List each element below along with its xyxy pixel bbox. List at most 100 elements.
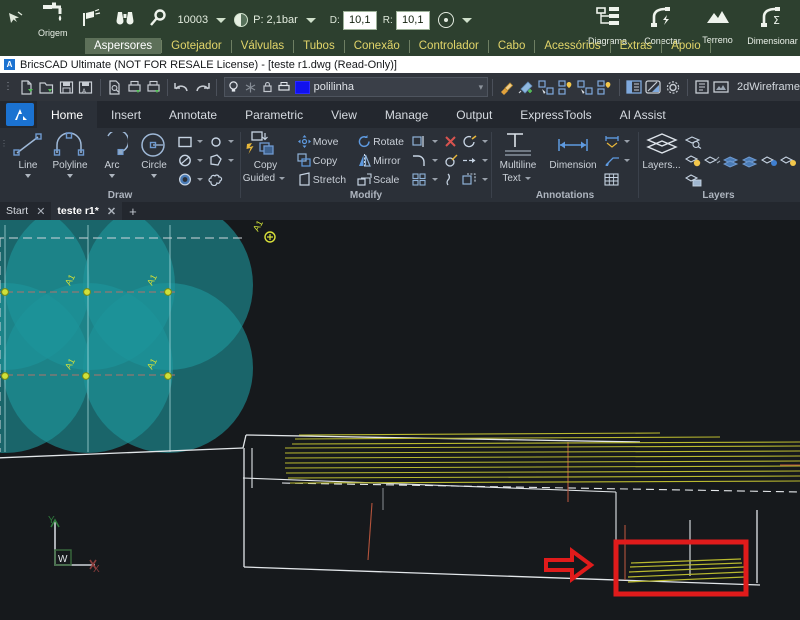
align-tool[interactable] — [460, 171, 479, 189]
stretch-tool[interactable]: Stretch — [294, 171, 348, 188]
line-dropdown-caret-icon[interactable] — [25, 174, 31, 178]
point-dropdown-caret-icon[interactable] — [228, 140, 234, 143]
layer-plot-icon[interactable] — [276, 78, 293, 96]
doctab-start-close-icon[interactable]: ✕ — [36, 205, 45, 218]
ellipse-tool[interactable] — [175, 152, 194, 170]
move-tool[interactable]: Move — [294, 133, 341, 150]
revcloud-tool[interactable] — [206, 171, 225, 189]
tab-home[interactable]: Home — [37, 101, 98, 128]
doctab-teste-r1[interactable]: teste r1* ✕ — [51, 202, 123, 220]
text-dropdown-caret-icon[interactable] — [524, 177, 531, 180]
quick-select-icon[interactable] — [576, 76, 596, 98]
layer-control[interactable]: polilinha ▾ — [223, 77, 489, 97]
select-similar-icon[interactable] — [536, 76, 556, 98]
layer-manager-icon[interactable] — [684, 171, 703, 189]
arc-tool[interactable]: Arc — [91, 131, 133, 178]
cursor-select-icon[interactable] — [0, 0, 32, 40]
layer-color-swatch[interactable] — [294, 80, 310, 94]
chamfer-tool[interactable] — [441, 152, 460, 170]
line-tool[interactable]: Line — [7, 131, 49, 178]
tab-expresstools[interactable]: ExpressTools — [506, 101, 605, 128]
match-properties-icon[interactable] — [497, 76, 517, 98]
arc-dropdown-caret-icon[interactable] — [109, 174, 115, 178]
tab-manage[interactable]: Manage — [371, 101, 442, 128]
plugin-tab-extras[interactable]: Extras — [611, 38, 662, 54]
plugin-tab-valvulas[interactable]: Válvulas — [232, 38, 293, 54]
plugin-tab-apoio[interactable]: Apoio — [662, 38, 709, 54]
rectangle-dropdown-caret-icon[interactable] — [197, 140, 203, 143]
sprinkler-spray-icon[interactable] — [74, 0, 108, 40]
trim-dropdown-caret-icon[interactable] — [432, 140, 438, 143]
visual-style-value[interactable]: 2dWireframe — [737, 81, 800, 93]
polygon-dropdown-caret-icon[interactable] — [228, 159, 234, 162]
mirror-tool[interactable]: Mirror — [354, 152, 402, 169]
layer-unlock-panel-icon[interactable] — [741, 152, 760, 170]
layer-lock-panel-icon[interactable] — [722, 152, 741, 170]
print-preview-button[interactable] — [105, 76, 125, 98]
pick-color-icon[interactable] — [517, 76, 537, 98]
save-as-button[interactable]: A — [76, 76, 96, 98]
plugin-tab-tubos[interactable]: Tubos — [294, 38, 344, 54]
scale-tool[interactable]: Scale — [354, 171, 401, 188]
save-button[interactable] — [56, 76, 76, 98]
layer-lock-icon[interactable] — [259, 78, 276, 96]
rectangle-tool[interactable] — [175, 133, 194, 151]
layer-name[interactable]: polilinha — [314, 81, 479, 93]
polygon-tool[interactable] — [206, 152, 225, 170]
toolbar-grip-icon[interactable]: ⋮ — [3, 82, 13, 92]
select-all-icon[interactable] — [595, 76, 615, 98]
align-dropdown-caret-icon[interactable] — [482, 178, 488, 181]
origem-button[interactable]: Origem — [32, 0, 74, 40]
trim-tool[interactable] — [410, 133, 429, 151]
tab-ai-assist[interactable]: AI Assist — [606, 101, 680, 128]
drawing-canvas[interactable]: A1 A1 A1 A1 A1 W Y X — [0, 220, 800, 620]
dimension-tool[interactable]: Dimension — [544, 131, 602, 171]
layer-freeze-panel-icon[interactable] — [703, 152, 722, 170]
pressure-value[interactable]: P: 2,1bar — [253, 14, 298, 26]
layer-merge-icon[interactable] — [760, 152, 779, 170]
layer-on-off-icon[interactable] — [684, 152, 703, 170]
new-file-button[interactable] — [17, 76, 37, 98]
new-tab-button[interactable]: + — [122, 204, 144, 219]
magnifier-icon[interactable] — [142, 0, 174, 40]
doctab-start[interactable]: Start ✕ — [0, 202, 51, 220]
pressure-dropdown-caret-icon[interactable] — [305, 17, 316, 23]
layers-tool[interactable]: Layers... — [639, 131, 684, 171]
tab-annotate[interactable]: Annotate — [155, 101, 231, 128]
hatch-dropdown-caret-icon[interactable] — [197, 178, 203, 181]
array-dropdown-caret-icon[interactable] — [432, 178, 438, 181]
explode-tool[interactable] — [460, 133, 479, 151]
layer-previous-icon[interactable] — [779, 152, 798, 170]
plugin-tab-controlador[interactable]: Controlador — [410, 38, 488, 54]
settings-gear-icon[interactable] — [663, 76, 683, 98]
plugin-tab-cabo[interactable]: Cabo — [489, 38, 535, 54]
rotate-tool[interactable]: Rotate — [354, 133, 406, 150]
offset-tool[interactable] — [441, 171, 460, 189]
plugin-tab-conexao[interactable]: Conexão — [345, 38, 409, 54]
leader-icon[interactable] — [602, 152, 621, 170]
panel-grip-icon[interactable]: ⋮ — [0, 131, 8, 148]
circle-tool[interactable]: Circle — [133, 131, 175, 178]
flow-dropdown-caret-icon[interactable] — [216, 17, 227, 23]
point-tool[interactable] — [206, 133, 225, 151]
redo-button[interactable] — [192, 76, 212, 98]
tab-output[interactable]: Output — [442, 101, 506, 128]
radius-input[interactable]: 10,1 — [395, 10, 430, 30]
circle-dropdown-caret-icon[interactable] — [151, 174, 157, 178]
binoculars-icon[interactable] — [108, 0, 142, 40]
polyline-tool[interactable]: Polyline — [49, 131, 91, 178]
pressure-mode-icon[interactable] — [234, 13, 249, 27]
dimension-style-dropdown-caret-icon[interactable] — [624, 140, 630, 143]
fillet-dropdown-caret-icon[interactable] — [432, 159, 438, 162]
ellipse-dropdown-caret-icon[interactable] — [197, 159, 203, 162]
lengthen-dropdown-caret-icon[interactable] — [482, 159, 488, 162]
leader-dropdown-caret-icon[interactable] — [624, 159, 630, 162]
dimension-style-icon[interactable] — [602, 133, 621, 151]
layer-freeze-icon[interactable] — [242, 78, 259, 96]
tab-parametric[interactable]: Parametric — [231, 101, 317, 128]
layer-isolate-icon[interactable] — [684, 133, 703, 151]
clean-screen-icon[interactable] — [643, 76, 663, 98]
dimensionar-button[interactable]: Σ Dimensionar — [745, 0, 800, 52]
flow-value[interactable]: 10003 — [178, 14, 209, 26]
hatch-tool[interactable] — [175, 171, 194, 189]
